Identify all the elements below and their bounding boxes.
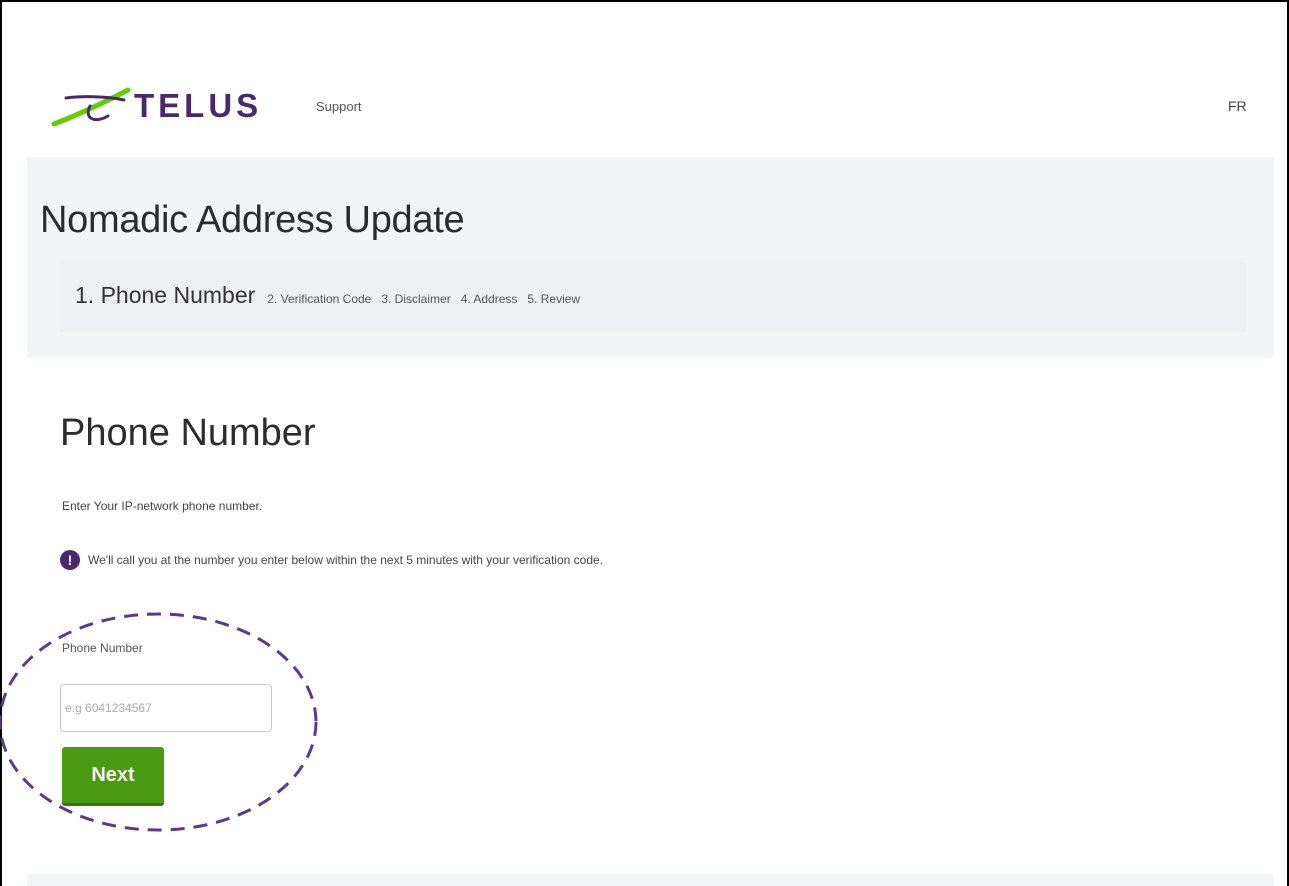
notice: ! We'll call you at the number you enter… <box>60 550 603 570</box>
telus-logo-mark: TELUS <box>51 87 262 127</box>
phone-number-input[interactable] <box>60 684 272 732</box>
page-title: Nomadic Address Update <box>40 199 465 241</box>
step-verification-code: 2. Verification Code <box>267 292 372 306</box>
progress-steps: 1. Phone Number 2. Verification Code 3. … <box>60 262 1246 332</box>
telus-wordmark: TELUS <box>134 87 262 124</box>
telus-logo[interactable]: TELUS <box>50 80 300 130</box>
language-toggle-link[interactable]: FR <box>1228 98 1247 114</box>
phone-number-label: Phone Number <box>62 641 143 655</box>
support-link[interactable]: Support <box>316 99 362 114</box>
step-disclaimer: 3. Disclaimer <box>381 292 451 306</box>
next-button[interactable]: Next <box>62 747 164 806</box>
exclamation-icon: ! <box>60 550 80 570</box>
intro-text: Enter Your IP-network phone number. <box>62 499 263 513</box>
step-review: 5. Review <box>527 292 581 306</box>
step-address: 4. Address <box>460 292 518 306</box>
notice-text: We'll call you at the number you enter b… <box>88 553 603 567</box>
footer-band <box>27 874 1274 886</box>
section-title: Phone Number <box>60 412 316 454</box>
step-phone-number: 1. Phone Number <box>75 282 256 308</box>
